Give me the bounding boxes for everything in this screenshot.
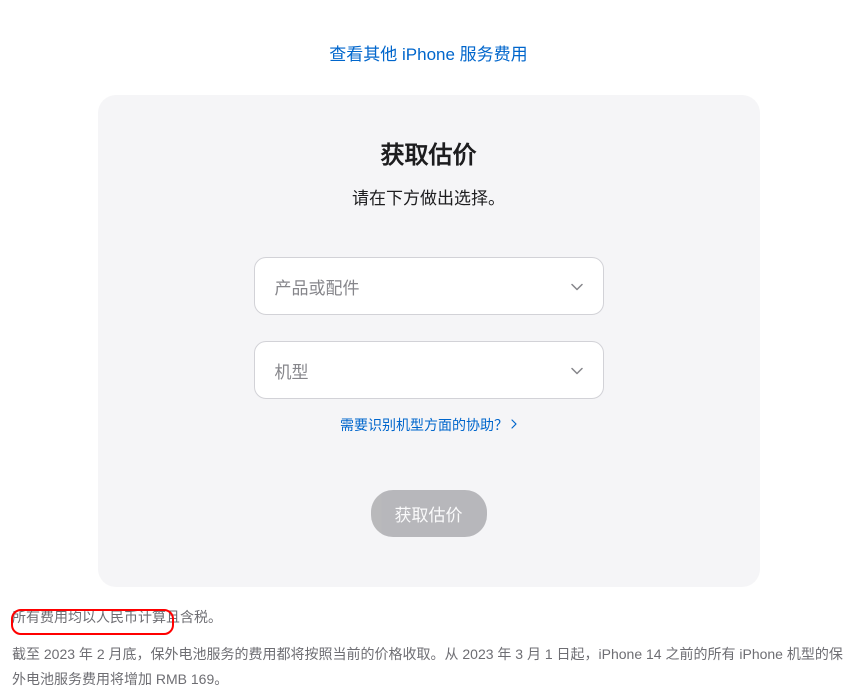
product-select-placeholder: 产品或配件 (275, 274, 571, 299)
estimate-card: 获取估价 请在下方做出选择。 产品或配件 机型 需要识别机型方面的协助？ 获取估… (98, 95, 760, 587)
model-select-placeholder: 机型 (275, 358, 571, 383)
card-subtitle: 请在下方做出选择。 (118, 184, 740, 209)
help-link-label: 需要识别机型方面的协助？ (340, 415, 508, 435)
chevron-right-icon (511, 419, 517, 432)
footer-text: 所有费用均以人民币计算且含税。 截至 2023 年 2 月底，保外电池服务的费用… (0, 587, 857, 693)
footer-line2: 截至 2023 年 2 月底，保外电池服务的费用都将按照当前的价格收取。从 20… (12, 642, 845, 692)
card-title: 获取估价 (118, 135, 740, 170)
chevron-down-icon (571, 278, 583, 294)
other-service-fees-link[interactable]: 查看其他 iPhone 服务费用 (329, 45, 527, 64)
get-estimate-button[interactable]: 获取估价 (371, 490, 487, 537)
chevron-down-icon (571, 362, 583, 378)
product-select[interactable]: 产品或配件 (254, 257, 604, 315)
model-select[interactable]: 机型 (254, 341, 604, 399)
top-link-container: 查看其他 iPhone 服务费用 (0, 0, 857, 65)
identify-model-help-link[interactable]: 需要识别机型方面的协助？ (340, 415, 517, 435)
footer-line1: 所有费用均以人民币计算且含税。 (12, 605, 845, 630)
